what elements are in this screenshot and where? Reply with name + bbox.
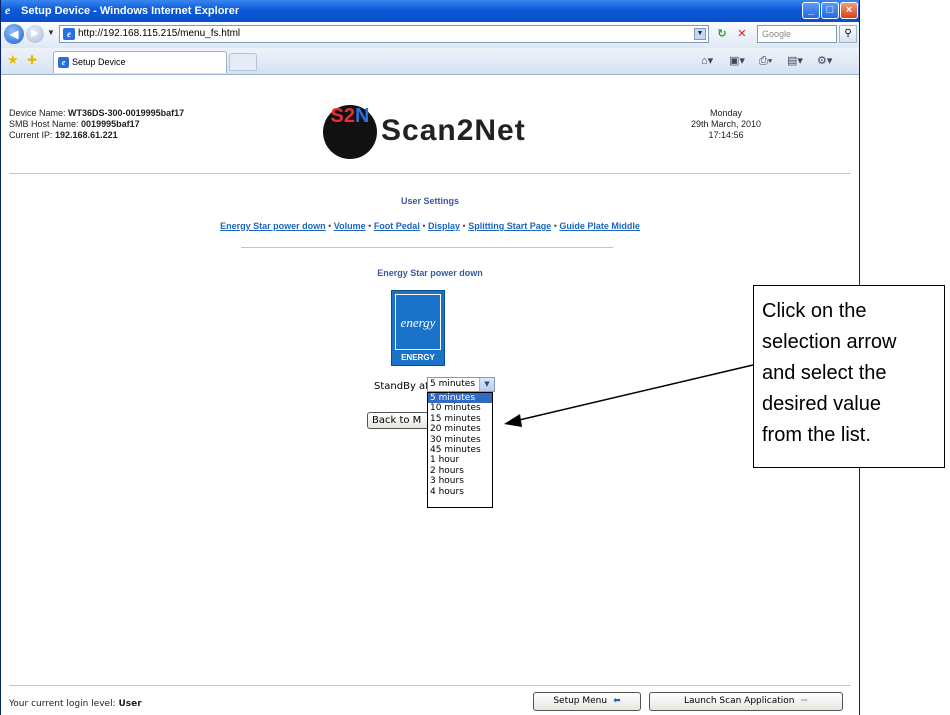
callout-arrow bbox=[504, 364, 754, 427]
